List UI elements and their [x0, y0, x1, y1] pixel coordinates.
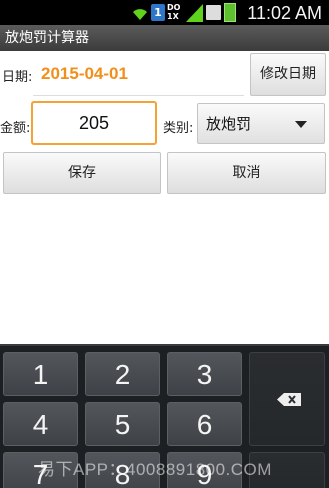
key-6[interactable]: 6: [167, 402, 242, 446]
key-1[interactable]: 1: [3, 352, 78, 396]
key-4[interactable]: 4: [3, 402, 78, 446]
category-select[interactable]: 放炮罚: [197, 103, 325, 144]
cancel-button[interactable]: 取消: [167, 152, 326, 194]
signal-icon: [186, 4, 203, 22]
date-label: 日期:: [2, 70, 33, 85]
wifi-icon: [133, 9, 147, 20]
backspace-icon: [277, 393, 301, 406]
key-3[interactable]: 3: [167, 352, 242, 396]
status-bar: 1 DO 1X 11:02 AM: [0, 0, 329, 25]
status-time: 11:02 AM: [247, 3, 322, 23]
save-button[interactable]: 保存: [3, 152, 161, 194]
watermark: 易下APP：4008891800.COM: [38, 460, 272, 479]
dropdown-arrow-icon: [295, 121, 307, 128]
change-date-button[interactable]: 修改日期: [250, 53, 326, 96]
sd-card-icon: [206, 5, 221, 20]
network-type-icon: DO 1X: [167, 3, 181, 21]
category-value: 放炮罚: [206, 115, 252, 133]
delete-key[interactable]: [249, 352, 325, 446]
sim-icon: 1: [151, 4, 165, 21]
category-label: 类别:: [163, 121, 194, 136]
key-5[interactable]: 5: [85, 402, 160, 446]
key-2[interactable]: 2: [85, 352, 160, 396]
amount-label: 金额:: [0, 121, 31, 136]
app-title: 放炮罚计算器: [0, 25, 329, 51]
battery-icon: [224, 3, 236, 22]
date-field: 2015-04-01: [33, 53, 244, 96]
amount-input[interactable]: 205: [31, 101, 157, 145]
